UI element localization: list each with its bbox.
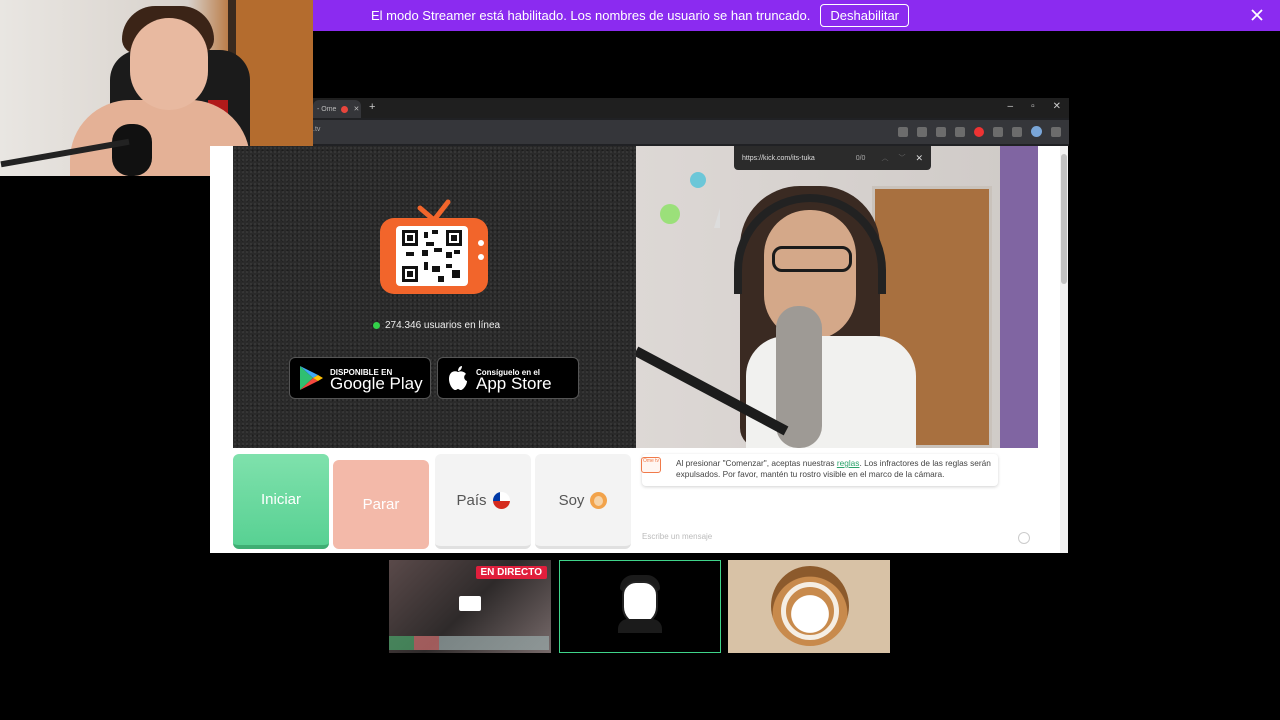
live-badge: EN DIRECTO bbox=[475, 566, 547, 579]
online-dot-icon bbox=[373, 322, 380, 329]
recording-icon bbox=[341, 105, 349, 113]
find-bar: https://kick.com/its-tuka 0/0 ︿ ﹀ ✕ bbox=[734, 146, 931, 170]
wall-decoration bbox=[660, 172, 720, 228]
ometv-logo-icon: Ome tv bbox=[641, 457, 661, 473]
app-store-badge[interactable]: Consíguelo en el App Store bbox=[437, 357, 579, 399]
minimize-icon[interactable]: – bbox=[1008, 101, 1014, 112]
stranger-video bbox=[636, 146, 1038, 448]
google-play-big: Google Play bbox=[330, 373, 423, 393]
translate-icon[interactable] bbox=[917, 126, 927, 137]
emoji-icon[interactable] bbox=[1018, 532, 1030, 544]
tab-title: - Ome bbox=[317, 105, 337, 113]
profile-avatar[interactable] bbox=[1031, 126, 1042, 137]
rules-text: Al presionar "Comenzar", aceptas nuestra… bbox=[676, 458, 994, 480]
find-prev-icon[interactable]: ︿ bbox=[881, 153, 888, 163]
online-users: 274.346 usuarios en línea bbox=[373, 320, 500, 331]
control-buttons: Iniciar Parar País Soy bbox=[233, 454, 633, 549]
menu-icon[interactable] bbox=[1051, 126, 1061, 137]
page-scrollbar[interactable] bbox=[1060, 146, 1068, 553]
url-text[interactable]: .tv bbox=[313, 126, 320, 133]
gender-button[interactable]: Soy bbox=[535, 454, 631, 549]
start-button[interactable]: Iniciar bbox=[233, 454, 329, 549]
gender-label: Soy bbox=[558, 491, 585, 509]
extension-icon[interactable] bbox=[993, 126, 1003, 137]
maximize-icon[interactable]: ▫ bbox=[1031, 101, 1035, 112]
star-icon[interactable] bbox=[936, 126, 946, 137]
google-play-icon bbox=[300, 366, 323, 390]
browser-toolbar bbox=[898, 126, 1061, 137]
country-label: País bbox=[456, 491, 487, 509]
message-input[interactable]: Escribe un mensaje bbox=[642, 532, 1032, 546]
find-query-input[interactable]: https://kick.com/its-tuka bbox=[742, 155, 856, 162]
promo-panel: 274.346 usuarios en línea DISPONIBLE EN … bbox=[233, 146, 636, 448]
ometv-page: 274.346 usuarios en línea DISPONIBLE EN … bbox=[210, 146, 1068, 553]
rules-link[interactable]: reglas bbox=[837, 458, 860, 468]
browser-tab[interactable]: - Ome ✕ bbox=[313, 100, 361, 118]
find-next-icon[interactable]: ﹀ bbox=[898, 153, 905, 163]
play-icon[interactable] bbox=[955, 126, 965, 137]
record-extension-icon[interactable] bbox=[974, 126, 984, 137]
address-bar[interactable]: .tv bbox=[313, 120, 1069, 144]
app-store-big: App Store bbox=[476, 373, 552, 393]
participant-tile-live[interactable]: EN DIRECTO bbox=[389, 560, 551, 653]
find-count: 0/0 bbox=[855, 154, 866, 162]
plus-icon[interactable]: + bbox=[369, 101, 375, 113]
person-emoji-icon bbox=[590, 491, 608, 509]
window-close-icon[interactable]: ✕ bbox=[1053, 101, 1061, 112]
apple-icon bbox=[449, 366, 467, 390]
tab-close-icon[interactable]: ✕ bbox=[353, 105, 359, 113]
stop-button[interactable]: Parar bbox=[333, 460, 429, 549]
country-button[interactable]: País bbox=[435, 454, 531, 549]
online-count: 274.346 usuarios en línea bbox=[385, 320, 501, 331]
disable-streamer-mode-button[interactable]: Deshabilitar bbox=[820, 4, 910, 27]
puzzle-icon[interactable] bbox=[1012, 126, 1022, 137]
qr-tv-logo bbox=[380, 199, 488, 294]
participant-tile-avatar[interactable] bbox=[559, 560, 721, 653]
screen-share-icon bbox=[459, 596, 481, 611]
rules-notice: Ome tv Al presionar "Comenzar", aceptas … bbox=[641, 454, 998, 486]
streamer-mode-message: El modo Streamer está habilitado. Los no… bbox=[370, 8, 811, 23]
participant-tile-cat[interactable] bbox=[728, 560, 890, 653]
chile-flag-icon bbox=[492, 491, 510, 509]
tab-bar: - Ome ✕ + – ▫ ✕ bbox=[313, 98, 1069, 118]
rules-text-start: Al presionar "Comenzar", aceptas nuestra… bbox=[676, 458, 837, 468]
google-play-badge[interactable]: DISPONIBLE EN Google Play bbox=[289, 357, 431, 399]
close-icon[interactable] bbox=[1248, 6, 1266, 24]
scrollbar-thumb[interactable] bbox=[1061, 154, 1067, 284]
cast-icon[interactable] bbox=[898, 126, 908, 137]
chat-panel: Ome tv Al presionar "Comenzar", aceptas … bbox=[636, 448, 1038, 553]
browser-window: - Ome ✕ + – ▫ ✕ .tv bbox=[313, 98, 1069, 146]
message-placeholder: Escribe un mensaje bbox=[642, 532, 713, 541]
find-close-icon[interactable]: ✕ bbox=[915, 153, 923, 164]
window-controls: – ▫ ✕ bbox=[1008, 101, 1062, 112]
